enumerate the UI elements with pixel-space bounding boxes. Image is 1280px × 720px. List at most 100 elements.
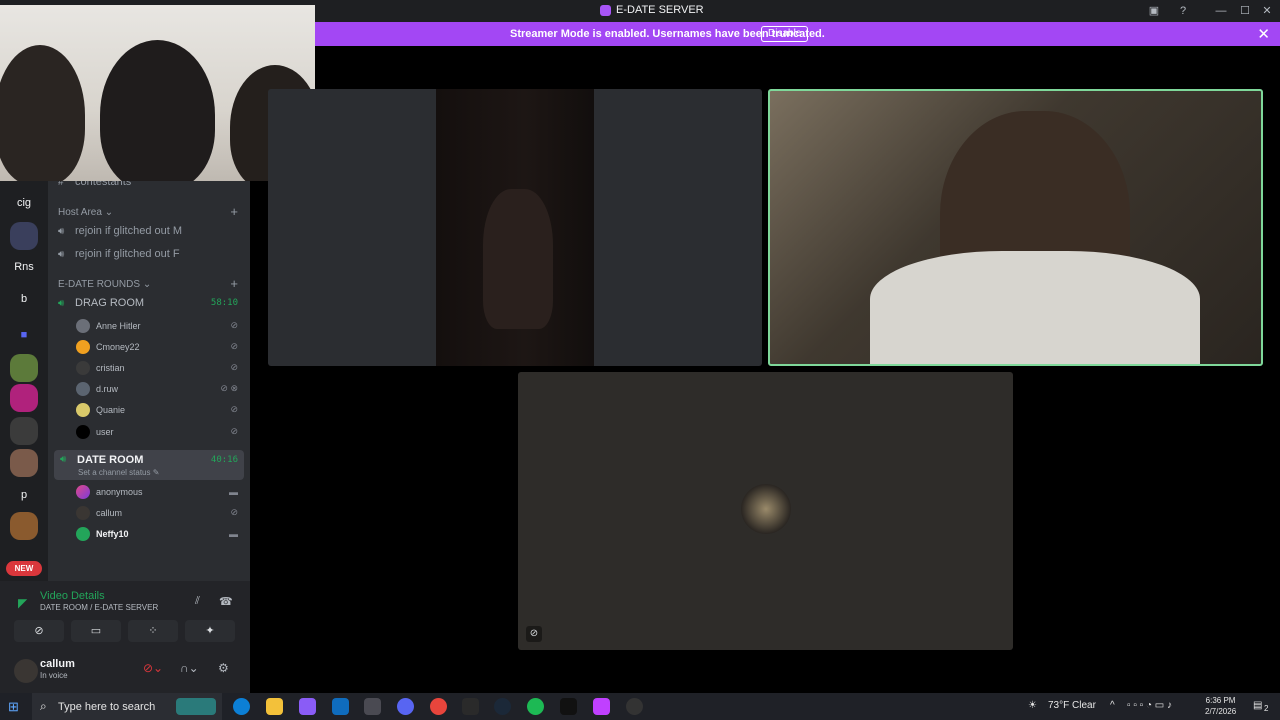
- outlook-icon[interactable]: [332, 698, 349, 715]
- member-item[interactable]: cristian ⊘: [76, 358, 242, 377]
- hash-icon: #: [58, 181, 64, 188]
- add-channel-icon[interactable]: +: [230, 204, 238, 219]
- search-highlight-icon[interactable]: [176, 698, 216, 715]
- channel-rejoin-m[interactable]: 🔊︎ rejoin if glitched out M: [58, 221, 244, 241]
- member-item[interactable]: Cmoney22 ⊘: [76, 337, 242, 356]
- server-p[interactable]: p: [10, 481, 38, 509]
- speaker-icon: 🔊︎: [58, 297, 65, 309]
- taskbar-clock[interactable]: 6:36 PM 2/7/2026: [1205, 695, 1236, 717]
- channel-contestants[interactable]: # contestants: [58, 181, 244, 192]
- spotify-icon[interactable]: [527, 698, 544, 715]
- muted-icon: ⊘: [230, 341, 238, 351]
- maximize-icon[interactable]: ☐: [1237, 3, 1253, 19]
- server-avatar-2[interactable]: [10, 354, 38, 382]
- voice-channel-path: DATE ROOM / E-DATE SERVER: [40, 603, 159, 612]
- server-avatar-4[interactable]: [10, 417, 38, 445]
- channel-status-text: Set a channel status: [78, 468, 151, 477]
- epic-games-icon[interactable]: [462, 698, 479, 715]
- muted-icon: ⊘: [230, 426, 238, 436]
- channel-rejoin-f[interactable]: 🔊︎ rejoin if glitched out F: [58, 244, 244, 264]
- member-item[interactable]: user ⊘: [76, 422, 242, 441]
- channel-list: # contestants Host Area ⌄ + 🔊︎ rejoin if…: [48, 181, 250, 581]
- category-rounds[interactable]: E-DATE ROUNDS ⌄: [58, 279, 151, 290]
- activities-button[interactable]: ⁘: [128, 620, 178, 642]
- avatar: [76, 484, 90, 499]
- tray-chevron-icon[interactable]: ^: [1110, 700, 1115, 711]
- category-host-area[interactable]: Host Area ⌄: [58, 207, 113, 218]
- copilot-icon[interactable]: [299, 698, 316, 715]
- member-item[interactable]: anonymous ▬: [76, 482, 242, 501]
- close-banner-icon[interactable]: ✕: [1257, 25, 1270, 43]
- headset-icon[interactable]: ∩⌄: [180, 661, 199, 675]
- member-name: cristian: [96, 362, 125, 373]
- game-launcher-icon[interactable]: [560, 698, 577, 715]
- server-cig[interactable]: cig: [10, 189, 38, 217]
- channel-label: rejoin if glitched out F: [75, 248, 180, 260]
- server-rns[interactable]: Rns: [10, 253, 38, 281]
- obs-icon[interactable]: [626, 698, 643, 715]
- speaker-icon: 🔊︎: [58, 225, 65, 237]
- person-left: [0, 45, 85, 181]
- channel-drag-room[interactable]: 🔊︎ DRAG ROOM 58:10: [58, 293, 244, 313]
- tray-icons[interactable]: ▫ ▫ ▫ ◔ ▭ ♪: [1127, 700, 1172, 711]
- member-name: d.ruw: [96, 383, 119, 394]
- avatar: [76, 381, 90, 396]
- channel-status[interactable]: Set a channel status ✎: [78, 468, 159, 477]
- server-avatar-6[interactable]: [10, 512, 38, 540]
- add-channel-icon[interactable]: +: [230, 276, 238, 291]
- channel-label: rejoin if glitched out M: [75, 225, 182, 237]
- inbox-icon[interactable]: ▣: [1146, 3, 1162, 19]
- noise-suppression-icon[interactable]: ⫽: [195, 595, 200, 608]
- folder-icon[interactable]: ■: [10, 321, 38, 349]
- file-explorer-icon[interactable]: [266, 698, 283, 715]
- settings-gear-icon[interactable]: ⚙: [218, 661, 229, 675]
- voice-details-link[interactable]: Video Details: [40, 590, 105, 602]
- notification-center-icon[interactable]: ▤: [1253, 700, 1262, 711]
- chrome-icon[interactable]: [430, 698, 447, 715]
- member-name: Cmoney22: [96, 341, 140, 352]
- disconnect-icon[interactable]: ☎: [219, 595, 233, 608]
- mute-mic-icon[interactable]: ⊘⌄: [143, 661, 163, 675]
- store-icon[interactable]: [364, 698, 381, 715]
- member-item[interactable]: Quanie ⊘: [76, 400, 242, 419]
- user-avatar[interactable]: [14, 659, 38, 683]
- streamer-mode-banner: Streamer Mode is enabled. Usernames have…: [315, 22, 1280, 46]
- signal-icon: ◤: [18, 596, 28, 610]
- channel-date-room[interactable]: 🔊︎ DATE ROOM Set a channel status ✎ 40:1…: [54, 450, 244, 480]
- muted-deafened-icon: ⊘ ⊗: [220, 383, 238, 393]
- close-window-icon[interactable]: ✕: [1259, 3, 1275, 19]
- server-avatar-5[interactable]: [10, 449, 38, 477]
- speaker-icon: 🔊︎: [60, 454, 67, 465]
- server-b[interactable]: b: [10, 285, 38, 313]
- member-item[interactable]: Neffy10 ▬: [76, 524, 242, 543]
- video-tile-speaking[interactable]: [768, 89, 1263, 366]
- video-tile-self[interactable]: ⊘: [518, 372, 1013, 650]
- muted-icon: ⊘: [230, 320, 238, 330]
- avatar: [76, 318, 90, 333]
- channel-timer: 58:10: [210, 298, 238, 308]
- minimize-icon[interactable]: —: [1213, 3, 1229, 19]
- windows-taskbar: ⊞ ⌕ Type here to search ☀ 73°F Clear ^ ▫…: [0, 693, 1280, 720]
- participant-video-frame: [483, 189, 553, 329]
- weather-icon[interactable]: ☀: [1028, 700, 1037, 711]
- soundboard-button[interactable]: ✦: [185, 620, 235, 642]
- member-item[interactable]: Anne Hitler ⊘: [76, 316, 242, 335]
- muted-icon: ⊘: [230, 362, 238, 372]
- windows-start-icon[interactable]: ⊞: [8, 699, 19, 715]
- server-avatar-3[interactable]: [10, 384, 38, 412]
- edge-icon[interactable]: [233, 698, 250, 715]
- disable-button[interactable]: Disable: [761, 26, 809, 42]
- steam-icon[interactable]: [494, 698, 511, 715]
- help-icon[interactable]: ?: [1175, 3, 1191, 19]
- member-item[interactable]: d.ruw ⊘ ⊗: [76, 379, 242, 398]
- member-item[interactable]: callum ⊘: [76, 503, 242, 522]
- server-avatar-1[interactable]: [10, 222, 38, 250]
- share-screen-button[interactable]: ▭: [71, 620, 121, 642]
- video-tile-participant[interactable]: [268, 89, 762, 366]
- camera-off-button[interactable]: ⊘: [14, 620, 64, 642]
- weather-text[interactable]: 73°F Clear: [1048, 700, 1096, 711]
- app-window: E-DATE SERVER ▣ ? — ☐ ✕ Streamer Mode is…: [0, 0, 1280, 720]
- discord-icon[interactable]: [397, 698, 414, 715]
- channel-label: DATE ROOM: [77, 454, 144, 466]
- app-icon[interactable]: [593, 698, 610, 715]
